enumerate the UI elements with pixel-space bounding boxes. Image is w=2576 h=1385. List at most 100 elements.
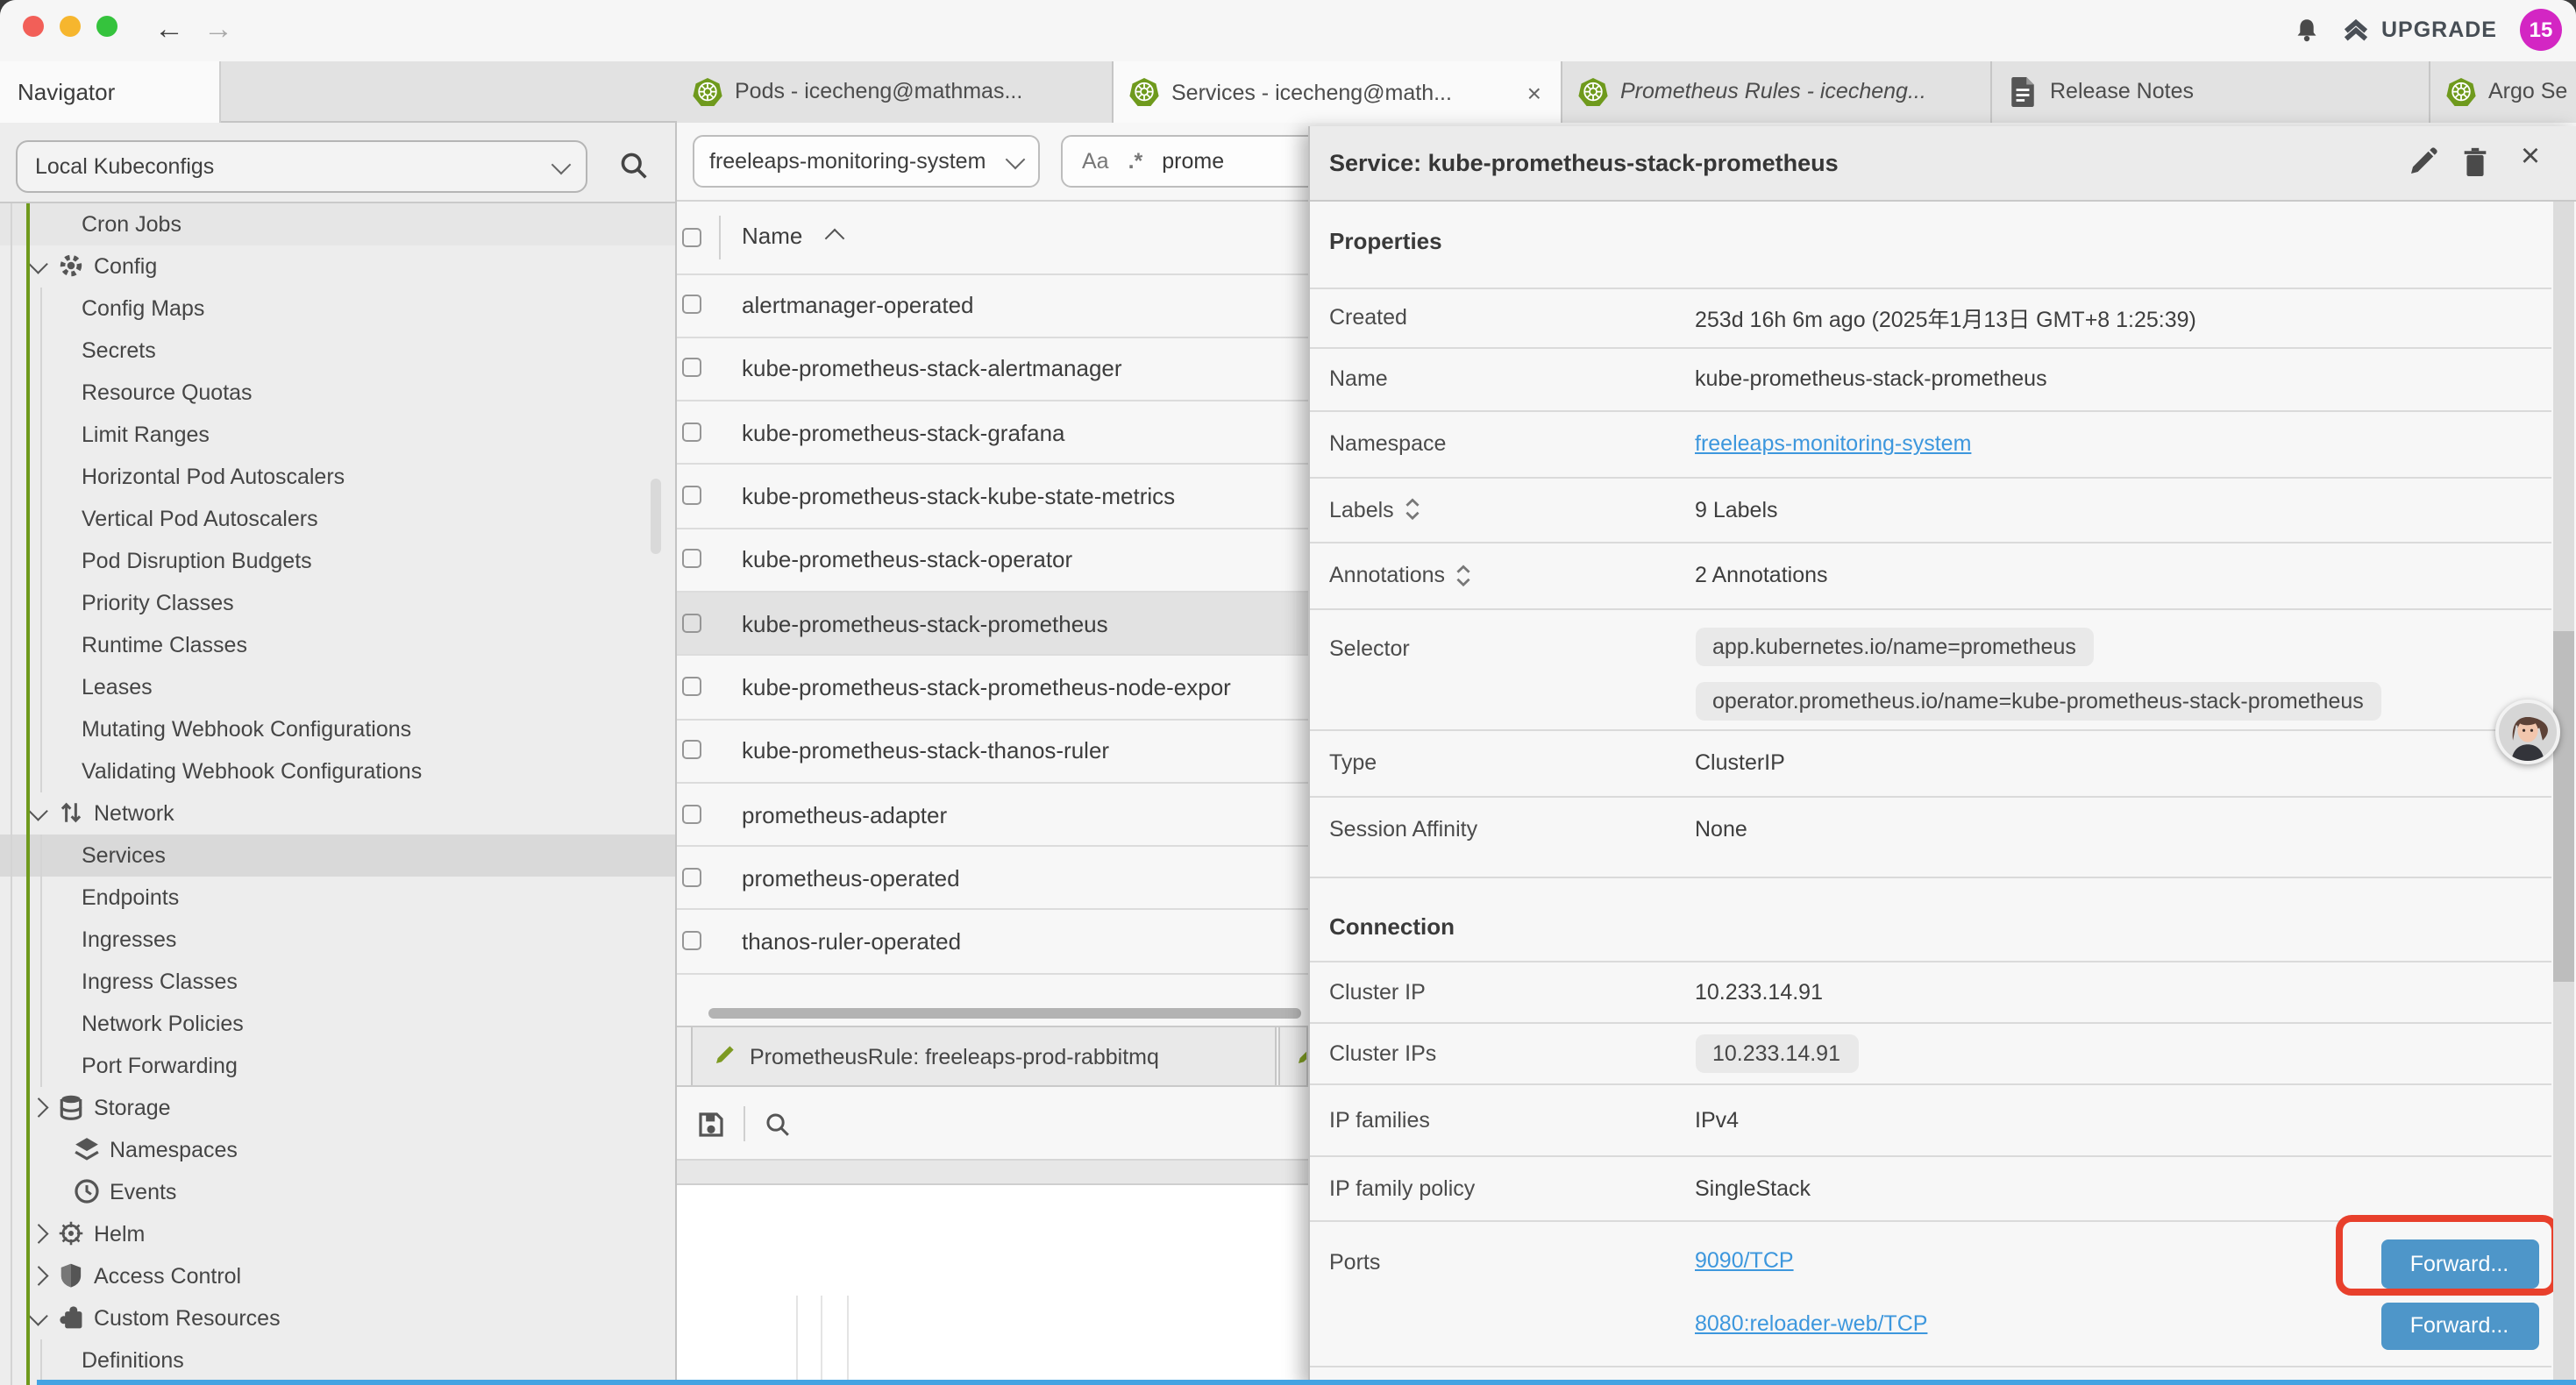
row-checkbox[interactable]: [682, 804, 701, 823]
close-tab-icon[interactable]: ×: [1524, 79, 1545, 107]
tab-title: Pods - icecheng@mathmas...: [735, 80, 1096, 104]
sidebar-item-runtime-classes[interactable]: Runtime Classes: [0, 623, 675, 665]
sidebar-item-ingresses[interactable]: Ingresses: [0, 918, 675, 960]
forward-button-8080[interactable]: Forward...: [2380, 1302, 2538, 1350]
app-window: ← → UPGRADE 15 Navigator Pods - icecheng…: [0, 0, 2576, 1385]
sidebar-item-endpoints[interactable]: Endpoints: [0, 876, 675, 918]
sidebar-item-events[interactable]: Events: [0, 1170, 675, 1212]
sidebar-item-cron-jobs[interactable]: Cron Jobs: [0, 202, 675, 245]
kubeconfig-selector[interactable]: Local Kubeconfigs: [16, 140, 587, 193]
sidebar-item-vertical-pod-autoscalers[interactable]: Vertical Pod Autoscalers: [0, 497, 675, 539]
forward-button-9090[interactable]: Forward...: [2380, 1239, 2538, 1288]
sidebar-item-validating-webhook-configurations[interactable]: Validating Webhook Configurations: [0, 749, 675, 792]
upgrade-button[interactable]: UPGRADE: [2343, 18, 2497, 44]
sidebar-item-ingress-classes[interactable]: Ingress Classes: [0, 960, 675, 1002]
tab-argo-se[interactable]: Argo Se: [2430, 60, 2576, 123]
minimize-window-button[interactable]: [60, 16, 81, 37]
row-checkbox[interactable]: [682, 613, 701, 632]
property-label: Session Affinity: [1329, 816, 1477, 841]
row-checkbox[interactable]: [682, 931, 701, 950]
expander-icon[interactable]: [1455, 565, 1471, 587]
detail-title: Service: kube-prometheus-stack-prometheu…: [1329, 150, 1839, 176]
sidebar-item-services[interactable]: Services: [0, 834, 675, 876]
row-checkbox[interactable]: [682, 422, 701, 441]
sidebar-item-limit-ranges[interactable]: Limit Ranges: [0, 413, 675, 455]
forward-arrow-icon[interactable]: →: [203, 7, 233, 53]
match-case-toggle[interactable]: Aa: [1082, 149, 1109, 174]
user-avatar[interactable]: [2494, 700, 2559, 764]
navigator-panel-tab[interactable]: Navigator: [0, 60, 221, 123]
tab-title: Prometheus Rules - icecheng...: [1620, 80, 1975, 104]
back-arrow-icon[interactable]: ←: [154, 7, 184, 53]
sidebar-item-custom-resources[interactable]: Custom Resources: [0, 1296, 675, 1339]
tab-release-notes[interactable]: Release Notes: [1992, 60, 2430, 123]
sidebar-item-network-policies[interactable]: Network Policies: [0, 1002, 675, 1044]
select-all-checkbox[interactable]: [682, 227, 701, 246]
namespace-link[interactable]: freeleaps-monitoring-system: [1695, 432, 1971, 457]
close-window-button[interactable]: [23, 16, 44, 37]
chevron-down-icon[interactable]: [29, 1306, 47, 1325]
row-checkbox[interactable]: [682, 359, 701, 378]
bell-icon[interactable]: [2294, 18, 2320, 44]
sidebar-item-helm[interactable]: Helm: [0, 1212, 675, 1254]
search-icon[interactable]: [765, 1111, 791, 1137]
zoom-window-button[interactable]: [96, 16, 117, 37]
expander-icon[interactable]: [1405, 499, 1420, 522]
sort-ascending-icon[interactable]: [825, 228, 845, 248]
property-value: 2 Annotations: [1695, 564, 1828, 588]
sidebar-item-network[interactable]: Network: [0, 792, 675, 834]
detail-scrollbar-thumb[interactable]: [2553, 631, 2574, 982]
sidebar-item-secrets[interactable]: Secrets: [0, 329, 675, 371]
sidebar-item-priority-classes[interactable]: Priority Classes: [0, 581, 675, 623]
sidebar-item-horizontal-pod-autoscalers[interactable]: Horizontal Pod Autoscalers: [0, 455, 675, 497]
service-name: kube-prometheus-stack-prometheus: [742, 610, 1108, 636]
namespace-filter-value: freeleaps-monitoring-system: [709, 149, 986, 174]
column-header-name[interactable]: Name: [742, 222, 802, 248]
row-checkbox[interactable]: [682, 295, 701, 314]
row-checkbox[interactable]: [682, 550, 701, 569]
search-icon[interactable]: [619, 151, 649, 181]
sidebar-item-port-forwarding[interactable]: Port Forwarding: [0, 1044, 675, 1086]
chevron-down-icon: [1005, 149, 1025, 169]
tab-pods-icecheng-mathmas[interactable]: Pods - icecheng@mathmas...: [677, 60, 1114, 123]
chevron-right-icon[interactable]: [29, 1224, 47, 1242]
close-icon[interactable]: ×: [2513, 138, 2548, 168]
row-checkbox[interactable]: [682, 677, 701, 696]
sidebar-item-resource-quotas[interactable]: Resource Quotas: [0, 371, 675, 413]
editor-tab-partial[interactable]: [1278, 1027, 1308, 1085]
sidebar-item-access-control[interactable]: Access Control: [0, 1254, 675, 1296]
sidebar-item-pod-disruption-budgets[interactable]: Pod Disruption Budgets: [0, 539, 675, 581]
notification-badge[interactable]: 15: [2520, 10, 2562, 52]
tab-services-icecheng-math[interactable]: Services - icecheng@math...×: [1114, 60, 1562, 123]
sidebar-item-storage[interactable]: Storage: [0, 1086, 675, 1128]
service-name: kube-prometheus-stack-operator: [742, 547, 1072, 573]
tab-prometheus-rules-icecheng[interactable]: Prometheus Rules - icecheng...: [1562, 60, 1992, 123]
sidebar-item-namespaces[interactable]: Namespaces: [0, 1128, 675, 1170]
sidebar-item-definitions[interactable]: Definitions: [0, 1339, 675, 1381]
row-checkbox[interactable]: [682, 868, 701, 887]
namespace-filter-dropdown[interactable]: freeleaps-monitoring-system: [692, 135, 1039, 188]
row-checkbox[interactable]: [682, 740, 701, 759]
row-checkbox[interactable]: [682, 486, 701, 505]
chevron-right-icon[interactable]: [29, 1266, 47, 1284]
sidebar-item-leases[interactable]: Leases: [0, 665, 675, 707]
sidebar-item-config[interactable]: Config: [0, 245, 675, 287]
regex-toggle[interactable]: .*: [1128, 149, 1143, 174]
chevron-right-icon[interactable]: [29, 1097, 47, 1116]
trash-icon[interactable]: [2460, 147, 2490, 177]
section-heading-properties: Properties: [1329, 228, 1442, 254]
port-link-8080[interactable]: 8080:reloader-web/TCP: [1695, 1311, 1927, 1336]
edit-pencil-icon[interactable]: [2408, 147, 2437, 177]
horizontal-scrollbar[interactable]: [708, 1008, 1301, 1019]
sidebar-item-config-maps[interactable]: Config Maps: [0, 287, 675, 329]
sidebar-item-mutating-webhook-configurations[interactable]: Mutating Webhook Configurations: [0, 707, 675, 749]
port-link-9090[interactable]: 9090/TCP: [1695, 1248, 1794, 1273]
sidebar-scrollbar[interactable]: [651, 479, 661, 554]
property-label: Cluster IPs: [1329, 1041, 1436, 1065]
editor-tab-prometheusrule[interactable]: PrometheusRule: freeleaps-prod-rabbitmq: [690, 1027, 1276, 1085]
chevron-down-icon[interactable]: [29, 801, 47, 820]
property-value: None: [1695, 816, 1747, 841]
chevron-down-icon[interactable]: [29, 254, 47, 273]
gear-icon: [57, 252, 83, 279]
save-icon[interactable]: [698, 1111, 724, 1137]
